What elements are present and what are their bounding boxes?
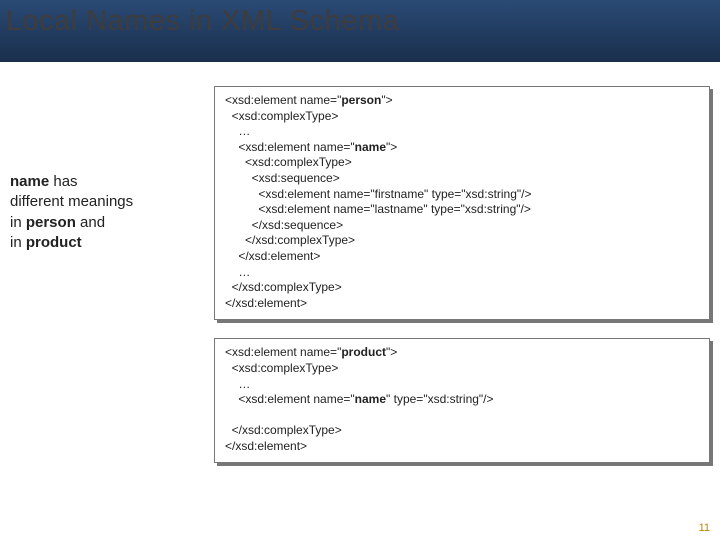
code: <xsd:element name=" bbox=[225, 140, 355, 154]
code: </xsd:element> bbox=[225, 439, 307, 453]
code: </xsd:complexType> bbox=[225, 233, 355, 247]
code: <xsd:sequence> bbox=[225, 171, 340, 185]
code: <xsd:complexType> bbox=[225, 109, 338, 123]
code: … bbox=[225, 124, 250, 138]
code: </xsd:sequence> bbox=[225, 218, 343, 232]
kw-person: person bbox=[26, 214, 76, 231]
code: " type="xsd:string"/> bbox=[386, 392, 494, 406]
code: </xsd:complexType> bbox=[225, 280, 342, 294]
code: <xsd:element name=" bbox=[225, 93, 341, 107]
code: <xsd:complexType> bbox=[225, 155, 352, 169]
slide: Local Names in XML Schema name has differ… bbox=[0, 0, 720, 540]
txt: has bbox=[49, 173, 77, 190]
code: <xsd:element name=" bbox=[225, 345, 341, 359]
code: <xsd:element name=" bbox=[225, 392, 355, 406]
code-bold: person bbox=[341, 93, 381, 107]
code-column: <xsd:element name="person"> <xsd:complex… bbox=[214, 86, 710, 516]
code-box-product: <xsd:element name="product"> <xsd:comple… bbox=[214, 338, 710, 463]
description-text: name has different meanings in person and i… bbox=[10, 86, 206, 516]
code: <xsd:element name="lastname" type="xsd:s… bbox=[225, 202, 531, 216]
body: name has different meanings in person and i… bbox=[10, 86, 710, 516]
code: … bbox=[225, 377, 250, 391]
code: <xsd:complexType> bbox=[225, 361, 338, 375]
txt: in bbox=[10, 234, 26, 251]
slide-title: Local Names in XML Schema bbox=[6, 5, 399, 38]
kw-product: product bbox=[26, 234, 82, 251]
txt: and bbox=[76, 214, 105, 231]
code: </xsd:element> bbox=[225, 249, 320, 263]
code: "> bbox=[386, 345, 397, 359]
code: </xsd:complexType> bbox=[225, 423, 342, 437]
code-bold: product bbox=[341, 345, 386, 359]
txt: different meanings bbox=[10, 193, 133, 210]
code: … bbox=[225, 265, 250, 279]
code: "> bbox=[386, 140, 397, 154]
code: "> bbox=[381, 93, 392, 107]
code: </xsd:element> bbox=[225, 296, 307, 310]
code: <xsd:element name="firstname" type="xsd:… bbox=[225, 187, 532, 201]
kw-name: name bbox=[10, 173, 49, 190]
code-bold: name bbox=[355, 392, 386, 406]
slide-number: 11 bbox=[699, 522, 710, 534]
code-bold: name bbox=[355, 140, 386, 154]
code-box-person: <xsd:element name="person"> <xsd:complex… bbox=[214, 86, 710, 320]
txt: in bbox=[10, 214, 26, 231]
